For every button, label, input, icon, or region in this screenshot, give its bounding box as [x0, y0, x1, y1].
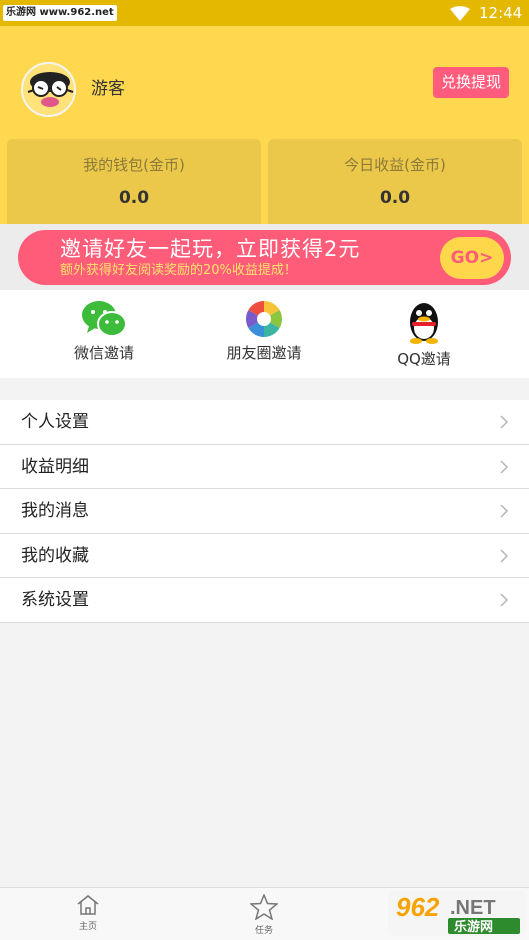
tab-tasks-label: 任务	[254, 926, 273, 936]
status-watermark: 乐游网 www.962.net	[3, 5, 117, 21]
today-earnings-label: 今日收益(金币)	[344, 156, 446, 174]
menu-item-my-messages[interactable]: 我的消息	[0, 489, 529, 534]
tab-tasks[interactable]: 任务	[234, 893, 294, 937]
chevron-right-icon	[500, 504, 509, 518]
wallet-value: 0.0	[118, 188, 150, 208]
status-time: 12:44	[479, 4, 523, 22]
star-icon	[248, 893, 280, 921]
moments-invite-label: 朋友圈邀请	[226, 344, 302, 362]
avatar-face-icon	[23, 64, 74, 115]
banner-area: 邀请好友一起玩，立即获得2元 额外获得好友阅读奖励的20%收益提成！ GO>	[0, 224, 529, 290]
tab-home-label: 主页	[78, 922, 97, 932]
menu-item-label: 收益明细	[21, 456, 89, 477]
tab-home[interactable]: 主页	[58, 894, 118, 933]
banner-title: 邀请好友一起玩，立即获得2元	[60, 237, 361, 261]
qq-icon	[410, 303, 438, 344]
wifi-icon	[450, 6, 470, 21]
menu-item-label: 我的收藏	[21, 545, 89, 566]
username: 游客	[91, 79, 125, 99]
invite-row: 微信邀请 朋友圈邀请 QQ邀请	[0, 290, 529, 378]
watermark-number: 962	[396, 892, 440, 922]
moments-invite-button[interactable]: 朋友圈邀请	[204, 300, 324, 370]
watermark-suffix: .NET	[450, 897, 496, 919]
menu-item-label: 我的消息	[21, 501, 89, 521]
home-icon	[77, 895, 99, 915]
chevron-right-icon	[500, 593, 509, 607]
chevron-right-icon	[500, 459, 509, 474]
menu-item-system-settings[interactable]: 系统设置	[0, 578, 529, 623]
wallet-card[interactable]: 我的钱包(金币) 0.0	[7, 139, 261, 224]
moments-icon	[245, 301, 283, 337]
chevron-right-icon	[500, 415, 509, 429]
wallet-label: 我的钱包(金币)	[83, 156, 185, 174]
settings-menu: 个人设置 收益明细 我的消息 我的收藏 系统设置	[0, 400, 529, 623]
watermark-logo: 962 .NET 乐游网	[388, 890, 526, 936]
qq-invite-button[interactable]: QQ邀请	[364, 300, 484, 370]
go-button[interactable]: GO>	[440, 237, 504, 279]
wechat-invite-label: 微信邀请	[73, 344, 134, 362]
qq-invite-label: QQ邀请	[397, 350, 451, 368]
menu-item-earnings-detail[interactable]: 收益明细	[0, 445, 529, 489]
menu-item-label: 个人设置	[21, 412, 89, 432]
profile-header: 游客 兑换提现 我的钱包(金币) 0.0 今日收益(金币) 0.0	[0, 26, 529, 224]
withdraw-button[interactable]: 兑换提现	[433, 67, 509, 98]
chevron-right-icon	[500, 548, 509, 563]
today-earnings-card[interactable]: 今日收益(金币) 0.0	[268, 139, 522, 224]
menu-item-my-favorites[interactable]: 我的收藏	[0, 534, 529, 578]
wechat-invite-button[interactable]: 微信邀请	[44, 300, 164, 370]
invite-banner[interactable]: 邀请好友一起玩，立即获得2元 额外获得好友阅读奖励的20%收益提成！ GO>	[18, 230, 511, 285]
menu-item-personal-settings[interactable]: 个人设置	[0, 400, 529, 445]
wechat-icon	[82, 301, 127, 337]
avatar[interactable]	[21, 62, 76, 117]
menu-item-label: 系统设置	[21, 590, 89, 610]
status-bar: 乐游网 www.962.net 12:44	[0, 0, 529, 26]
banner-subtitle: 额外获得好友阅读奖励的20%收益提成！	[60, 263, 297, 278]
today-earnings-value: 0.0	[379, 188, 411, 208]
watermark-brand: 乐游网	[454, 919, 493, 935]
